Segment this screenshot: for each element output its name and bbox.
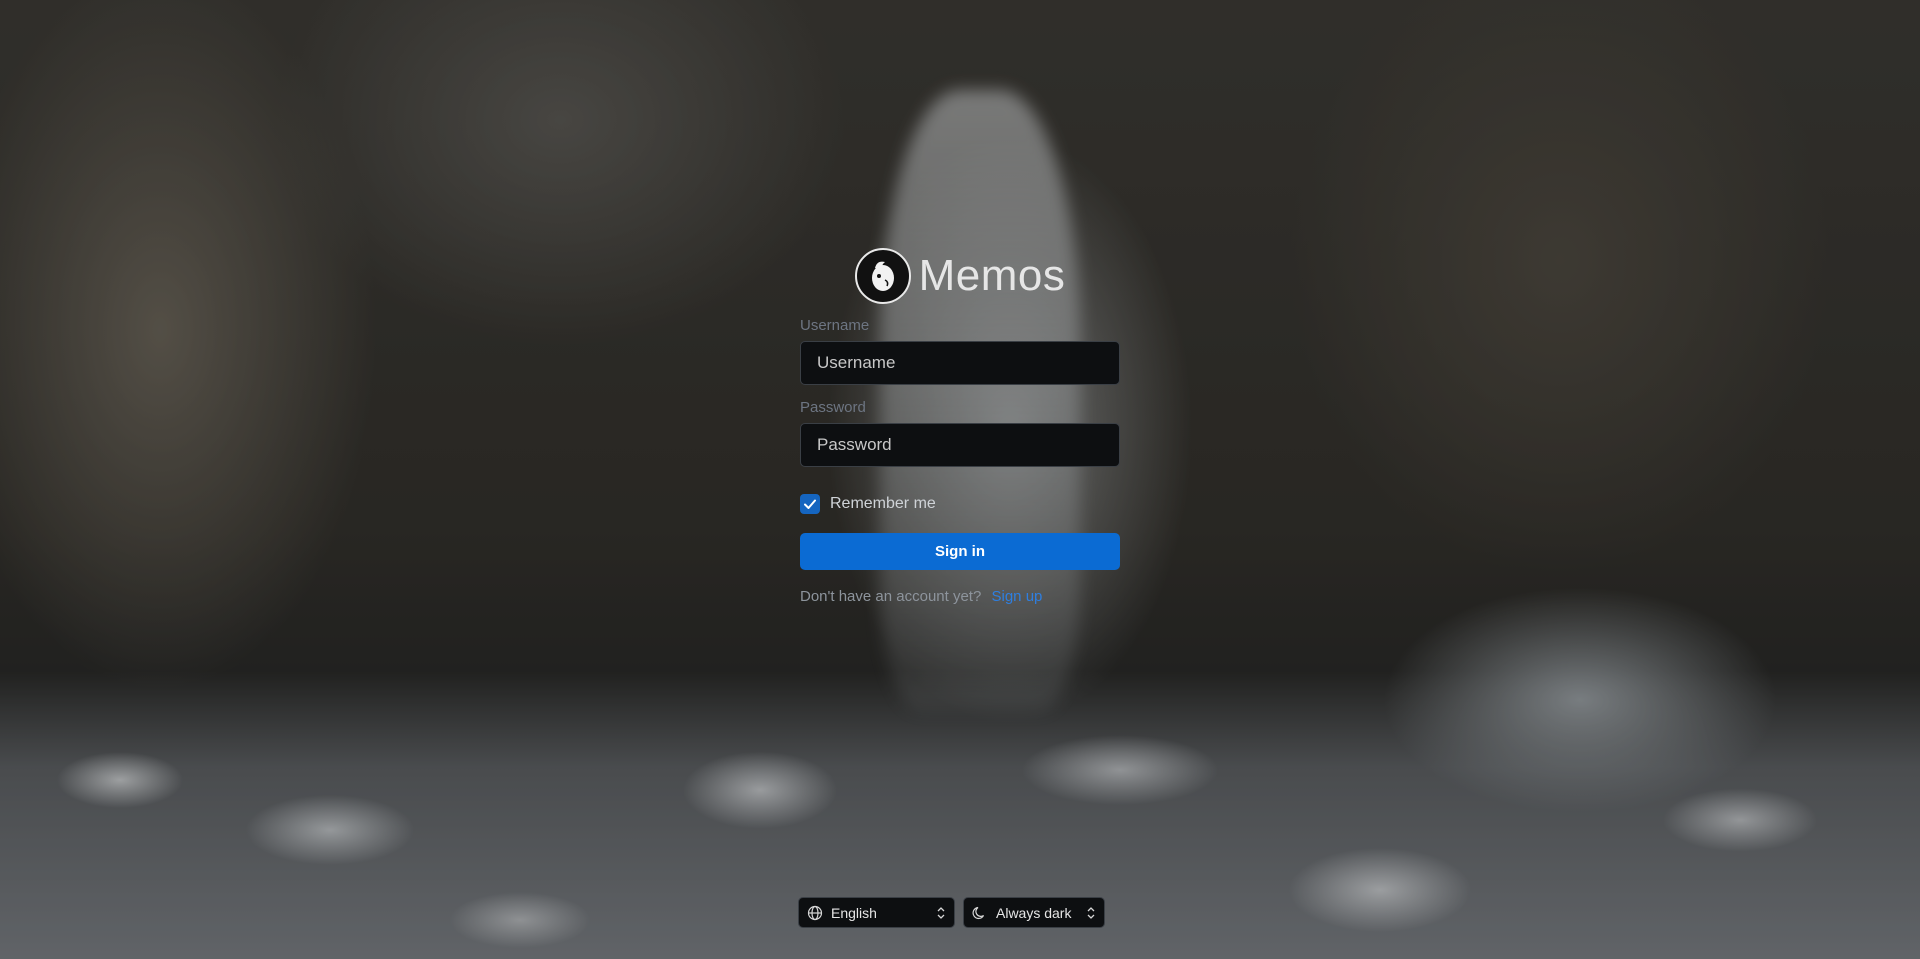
checkmark-icon [804,499,816,509]
sign-up-prompt: Don't have an account yet? [800,588,982,605]
theme-value: Always dark [996,904,1072,921]
sign-up-link[interactable]: Sign up [992,588,1043,605]
sign-up-row: Don't have an account yet? Sign up [800,588,1120,605]
login-panel: Memos Username Password Remember me Sign… [800,245,1120,605]
remember-me-checkbox[interactable] [800,494,820,514]
memos-logo-icon [854,248,911,304]
username-input[interactable] [800,341,1120,385]
globe-icon [807,905,823,921]
remember-me-label: Remember me [830,495,936,512]
password-label: Password [800,399,866,416]
chevron-up-down-icon [936,905,946,921]
remember-me-row[interactable]: Remember me [800,493,1120,515]
chevron-up-down-icon [1086,905,1096,921]
theme-select[interactable]: Always dark [963,897,1105,928]
language-select[interactable]: English [798,897,955,928]
brand-header: Memos [800,245,1120,307]
app-title: Memos [918,251,1066,300]
password-input[interactable] [800,423,1120,467]
username-label: Username [800,317,870,334]
language-value: English [831,904,877,921]
footer-selects: English Always dark [798,897,1105,928]
moon-icon [972,905,988,921]
sign-in-button[interactable]: Sign in [800,533,1120,570]
